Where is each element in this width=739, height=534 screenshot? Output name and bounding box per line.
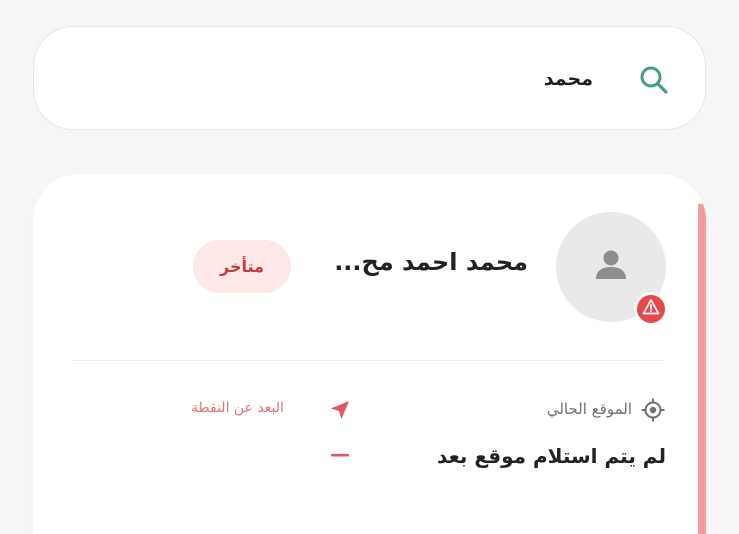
card-accent-bar <box>698 204 706 534</box>
search-bar[interactable] <box>33 26 706 130</box>
target-icon <box>640 397 666 423</box>
distance-label: البعد عن النقطة <box>191 400 284 416</box>
divider <box>71 360 665 361</box>
distance-value: — <box>330 442 350 466</box>
search-input[interactable] <box>113 57 593 101</box>
current-location-label: الموقع الحالي <box>546 400 632 418</box>
current-location-value: لم يتم استلام موقع بعد <box>437 444 666 468</box>
search-icon[interactable] <box>637 63 671 97</box>
alert-badge <box>634 292 668 326</box>
person-icon <box>591 245 631 289</box>
navigation-arrow-icon <box>328 398 352 422</box>
person-card[interactable]: محمد احمد مح... متأخر الموقع الحالي لم ي… <box>33 174 706 534</box>
status-badge: متأخر <box>193 240 291 293</box>
warning-icon <box>642 298 660 320</box>
person-name: محمد احمد مح... <box>334 248 528 276</box>
